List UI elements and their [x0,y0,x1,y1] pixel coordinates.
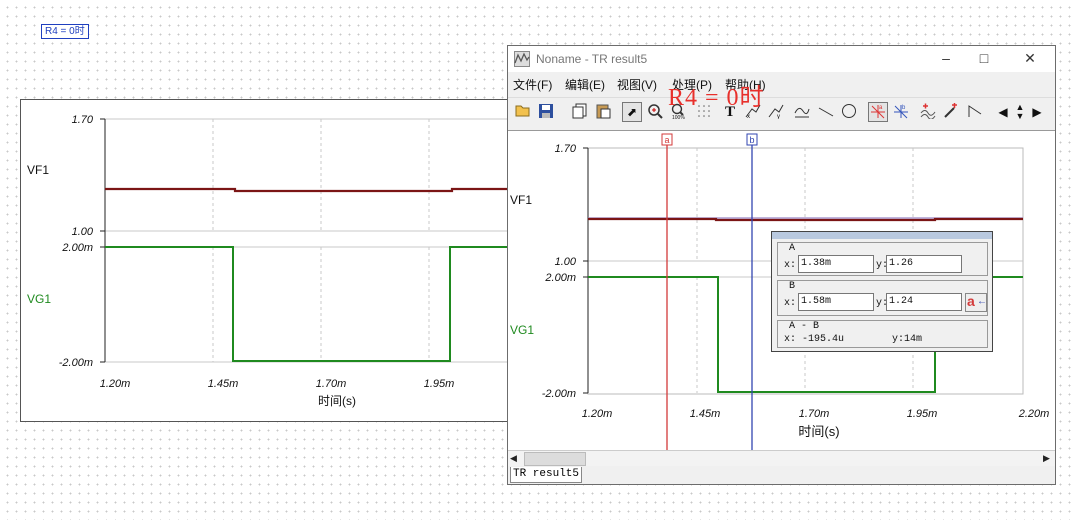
copy-icon[interactable] [570,102,590,122]
cursor-diff-title: A - B [789,321,820,332]
right-vg1-label: VG1 [510,323,534,337]
cursor-readout-panel: A x: 1.38m y: 1.26 B x: 1.58m y: 1.24 a … [771,231,993,352]
swap-cursor-button[interactable]: a ← [965,293,987,312]
paste-icon[interactable] [593,102,613,122]
left-vg1-label: VG1 [27,292,51,306]
right-x-tick: 1.45m [690,408,721,420]
right-y1-tick-top: 1.70 [555,143,577,155]
circle-tool-icon[interactable] [839,102,859,122]
cursor-a-tag[interactable]: a [664,135,669,145]
axis-y-icon[interactable]: y [766,102,786,122]
svg-text:a: a [879,105,883,111]
cursor-diff-y: y:14m [892,334,923,345]
waveform-panel-left: 1.70 1.00 2.00m -2.00m 1.20m 1.45m 1.70m… [20,99,522,422]
left-vf1-trace [105,187,521,193]
menu-bar: 文件(F) 编辑(E) 视图(V) 处理(P) 帮助(H) [508,73,1055,93]
left-y2-tick-bottom: -2.00m [59,357,93,369]
cursor-a-group: A x: 1.38m y: 1.26 [777,242,988,276]
pointer-icon[interactable]: ⬈ [622,102,642,122]
cursor-b-x-field[interactable]: 1.58m [798,293,874,311]
cursor-a-icon[interactable]: a [868,102,888,122]
cursor-a-x-field[interactable]: 1.38m [798,255,874,273]
scroll-right-icon[interactable]: ▶ [1030,102,1044,122]
cursor-a-title: A [789,243,796,254]
right-y2-tick-bottom: -2.00m [542,388,576,400]
cursor-b-icon[interactable]: b [891,102,911,122]
left-vg1-trace [105,246,521,362]
horizontal-scrollbar[interactable]: ◀ ▶ [508,450,1055,467]
tab-tr-result5[interactable]: TR result5 [510,467,582,483]
overlay-annotation: R4 = 0时 [668,85,765,111]
scroll-left-icon[interactable]: ◀ [996,102,1010,122]
cursor-a-y-field[interactable]: 1.26 [886,255,962,273]
left-y2-tick-top: 2.00m [61,242,93,254]
cursor-diff-group: A - B x: -195.4u y:14m [777,320,988,348]
left-x-tick: 1.45m [208,378,239,390]
cursor-diff-x: x: -195.4u [784,334,845,345]
cursor-b-tag[interactable]: b [749,135,754,145]
annotation-label[interactable]: R4 = 0时 [41,24,89,39]
right-x-tick: 1.20m [582,408,613,420]
scroll-left-arrow[interactable]: ◀ [510,453,517,464]
cursor-b-y-field[interactable]: 1.24 [886,293,962,311]
maximize-button[interactable]: □ [974,50,994,66]
window-titlebar[interactable]: Noname - TR result5 – □ ✕ [508,46,1055,72]
add-marker-icon[interactable] [918,102,938,122]
close-button[interactable]: ✕ [1020,50,1040,66]
menu-file[interactable]: 文件(F) [513,76,552,93]
svg-text:x: x [747,114,750,119]
right-x-tick: 2.20m [1018,408,1050,420]
left-vf1-label: VF1 [27,163,49,177]
right-vf1-trace [588,217,1023,222]
toolbar: ⬈ 100% T x y a b ◀ ▲ ▼ ▶ [508,97,1055,128]
arrow-left-icon: ← [977,296,987,307]
right-y1-tick-bottom: 1.00 [555,256,577,268]
swap-cursor-label: a [967,293,975,309]
save-icon[interactable] [536,102,556,122]
zoom-in-icon[interactable] [645,102,665,122]
right-x-axis-label: 时间(s) [798,424,839,439]
tab-bar: TR result5 [508,466,1055,484]
minimize-button[interactable]: – [936,50,956,66]
scroll-right-arrow[interactable]: ▶ [1043,453,1050,464]
cursor-panel-header[interactable] [772,232,992,239]
scroll-thumb[interactable] [524,452,586,466]
left-chart-svg: 1.70 1.00 2.00m -2.00m 1.20m 1.45m 1.70m… [27,114,521,408]
svg-text:y: y [777,114,780,119]
right-y2-tick-top: 2.00m [544,272,576,284]
probe-icon[interactable] [941,102,961,122]
menu-edit[interactable]: 编辑(E) [565,76,605,93]
cursor-b-x-label: x: [784,298,797,309]
cursor-a-x-label: x: [784,260,797,271]
left-y1-tick-bottom: 1.00 [72,226,94,238]
svg-text:b: b [902,105,906,111]
left-x-tick: 1.20m [100,378,131,390]
right-x-tick: 1.95m [907,408,938,420]
app-icon [514,51,530,67]
left-x-axis-label: 时间(s) [318,394,356,408]
scroll-updown-icon[interactable]: ▲ ▼ [1012,102,1028,122]
left-x-tick: 1.70m [316,378,347,390]
cursor-b-group: B x: 1.58m y: 1.24 a ← [777,280,988,316]
left-x-tick: 1.95m [424,378,455,390]
window-title: Noname - TR result5 [536,52,648,66]
svg-text:100%: 100% [672,115,685,119]
axis-settings-icon[interactable] [792,102,812,122]
slope-icon[interactable] [965,102,985,122]
line-tool-icon[interactable] [816,102,836,122]
left-y1-tick-top: 1.70 [72,114,94,126]
right-x-tick: 1.70m [799,408,830,420]
menu-view[interactable]: 视图(V) [617,76,657,93]
right-vf1-label: VF1 [510,193,532,207]
open-icon[interactable] [513,102,533,122]
cursor-b-title: B [789,281,796,292]
